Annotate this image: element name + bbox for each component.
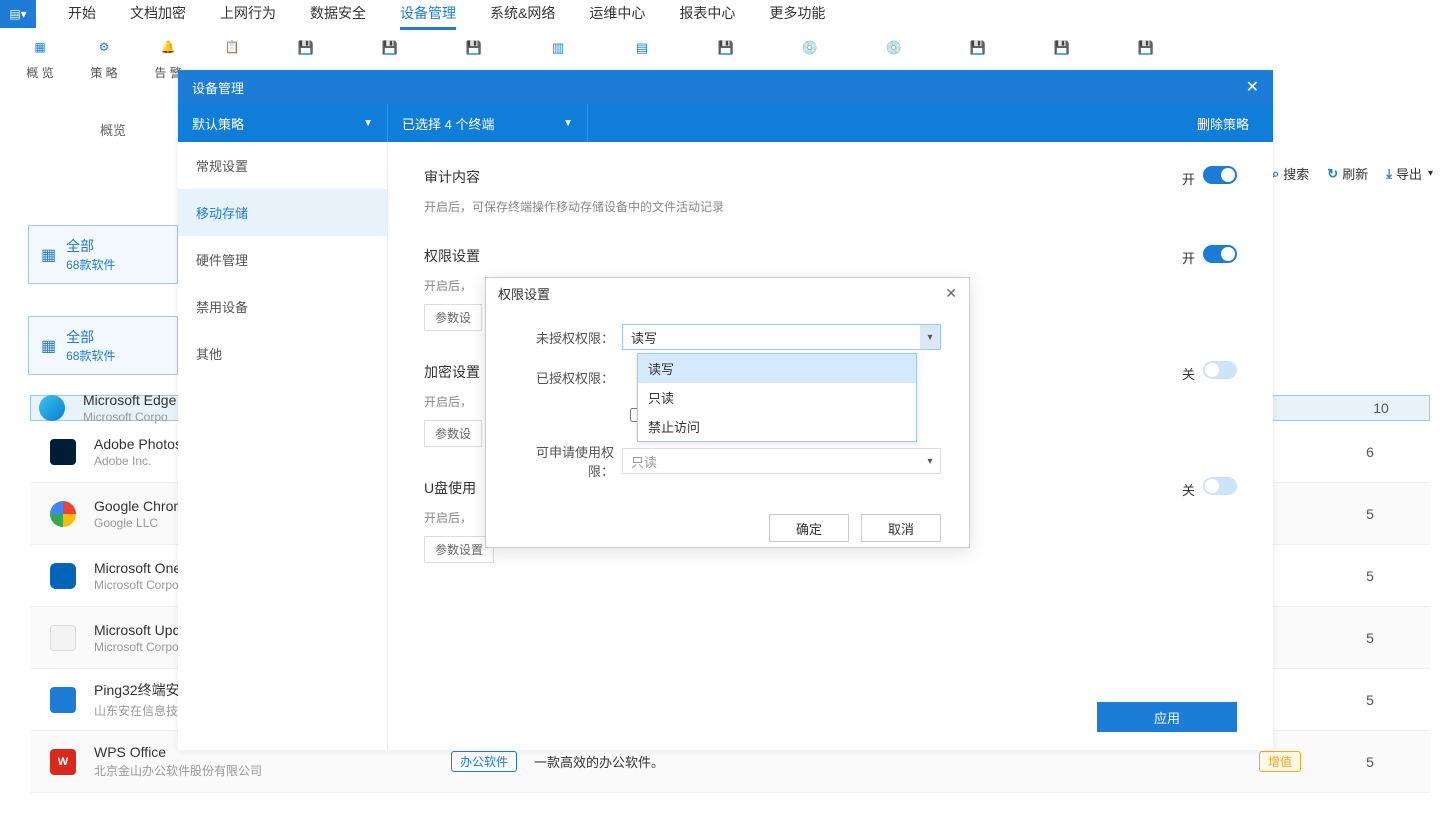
bell-icon: 🔔	[155, 34, 181, 60]
section-title: U盘使用	[424, 478, 476, 498]
edge-icon	[39, 395, 65, 421]
udisk-toggle[interactable]	[1203, 477, 1237, 495]
cancel-button[interactable]: 取消	[861, 514, 941, 542]
chevron-down-icon: ▾	[1428, 168, 1433, 179]
app-logo[interactable]: ▤▾	[0, 0, 36, 28]
main-menu: 开始 文档加密 上网行为 数据安全 设备管理 系统&网络 运维中心 报表中心 更…	[36, 0, 825, 30]
menu-encrypt[interactable]: 文档加密	[130, 0, 186, 30]
ribbon-label: 概 览	[26, 64, 53, 81]
dropdown-option[interactable]: 只读	[638, 383, 916, 412]
update-icon	[50, 625, 76, 651]
value-badge: 增值	[1259, 751, 1301, 772]
wps-icon: W	[50, 749, 76, 775]
photoshop-icon	[50, 439, 76, 465]
memory-icon[interactable]: ▤	[628, 34, 656, 62]
search-icon: ⌕	[1272, 166, 1279, 182]
card-title: 全部	[66, 236, 115, 256]
usb-shield-icon[interactable]: 💾	[460, 34, 488, 62]
sidebar-item-storage[interactable]: 移动存储	[178, 189, 387, 236]
section-label: 概览	[100, 120, 126, 139]
cpu-icon[interactable]: ▥	[544, 34, 572, 62]
usb-plain-icon[interactable]: 💾	[964, 34, 992, 62]
dropdown-option[interactable]: 读写	[638, 354, 916, 383]
dropdown-option[interactable]: 禁止访问	[638, 412, 916, 441]
card-title: 全部	[66, 327, 115, 347]
chrome-icon	[50, 501, 76, 527]
filter-cards: ▦ 全部68款软件 ▦ 全部68款软件	[28, 225, 178, 407]
export-icon: ⤓	[1386, 166, 1392, 182]
grid-icon: ▦	[41, 245, 56, 265]
grid-icon: ▦	[27, 34, 53, 60]
ok-button[interactable]: 确定	[769, 514, 849, 542]
ribbon-label: 策 略	[90, 64, 117, 81]
card-sub: 68款软件	[66, 256, 115, 273]
field-label: 未授权权限：	[514, 328, 622, 347]
usb-lock-icon[interactable]: 💾	[376, 34, 404, 62]
encrypt-toggle[interactable]	[1203, 361, 1237, 379]
filter-card-all-2[interactable]: ▦ 全部68款软件	[28, 316, 178, 375]
onedrive-icon	[50, 563, 76, 589]
menu-start[interactable]: 开始	[68, 0, 96, 30]
policy-dropdown[interactable]: 默认策略▼	[178, 104, 388, 142]
close-icon[interactable]: ✕	[945, 285, 957, 302]
audit-toggle[interactable]	[1203, 166, 1237, 184]
close-icon[interactable]: ✕	[1246, 77, 1259, 97]
refresh-icon: ↻	[1327, 166, 1338, 182]
usb-icon[interactable]: 💾	[292, 34, 320, 62]
unauthorized-select[interactable]: 读写▾	[622, 324, 941, 350]
ribbon-clipboard[interactable]: 📋	[212, 34, 252, 60]
toolbar-right: ⌕搜索 ↻刷新 ⤓导出▾	[1272, 164, 1433, 183]
usb-file-icon[interactable]: 💾	[712, 34, 740, 62]
disc-burn-icon[interactable]: 💿	[880, 34, 908, 62]
search-button[interactable]: ⌕搜索	[1272, 164, 1309, 183]
param-button[interactable]: 参数设	[424, 420, 482, 447]
param-button[interactable]: 参数设	[424, 304, 482, 331]
dialog-title: 权限设置	[498, 284, 550, 303]
chevron-down-icon: ▾	[920, 325, 940, 349]
grid-icon: ▦	[41, 336, 56, 356]
menu-internet[interactable]: 上网行为	[220, 0, 276, 30]
delete-policy-button[interactable]: 删除策略	[1173, 114, 1273, 133]
clipboard-icon: 📋	[219, 34, 245, 60]
perm-toggle[interactable]	[1203, 245, 1237, 263]
sidebar-item-other[interactable]: 其他	[178, 330, 387, 377]
menu-ops[interactable]: 运维中心	[589, 0, 645, 30]
sidebar-item-hardware[interactable]: 硬件管理	[178, 236, 387, 283]
card-sub: 68款软件	[66, 347, 115, 364]
param-button[interactable]: 参数设置	[424, 536, 494, 563]
ping32-icon	[50, 687, 76, 713]
refresh-button[interactable]: ↻刷新	[1327, 164, 1368, 183]
chevron-down-icon: ▼	[563, 118, 573, 129]
requestable-select[interactable]: 只读▾	[622, 448, 941, 474]
section-desc: 开启后，可保存终端操作移动存储设备中的文件活动记录	[424, 198, 1237, 215]
chevron-down-icon: ▾	[920, 449, 940, 473]
sidebar-item-disable[interactable]: 禁用设备	[178, 283, 387, 330]
menu-datasec[interactable]: 数据安全	[310, 0, 366, 30]
section-title: 权限设置	[424, 246, 480, 266]
section-title: 审计内容	[424, 167, 480, 187]
filter-card-all-1[interactable]: ▦ 全部68款软件	[28, 225, 178, 284]
menu-system[interactable]: 系统&网络	[490, 0, 555, 30]
menu-more[interactable]: 更多功能	[769, 0, 825, 30]
field-label: 可申请使用权限：	[514, 442, 622, 480]
panel-sidebar: 常规设置 移动存储 硬件管理 禁用设备 其他	[178, 142, 388, 750]
sidebar-item-general[interactable]: 常规设置	[178, 142, 387, 189]
menu-report[interactable]: 报表中心	[679, 0, 735, 30]
ribbon-policy[interactable]: ⚙ 策 略	[84, 34, 124, 81]
usb-check-icon[interactable]: 💾	[1048, 34, 1076, 62]
dropdown-list: 读写 只读 禁止访问	[637, 353, 917, 442]
usb-key-icon[interactable]: 💾	[1132, 34, 1160, 62]
selection-dropdown[interactable]: 已选择 4 个终端▼	[388, 104, 588, 142]
sliders-icon: ⚙	[91, 34, 117, 60]
export-button[interactable]: ⤓导出▾	[1386, 164, 1433, 183]
field-label: 已授权权限：	[514, 368, 622, 387]
category-tag: 办公软件	[451, 751, 517, 772]
section-title: 加密设置	[424, 362, 480, 382]
disc-icon[interactable]: 💿	[796, 34, 824, 62]
chevron-down-icon: ▼	[363, 118, 373, 129]
apply-button[interactable]: 应用	[1097, 702, 1237, 732]
menu-device[interactable]: 设备管理	[400, 0, 456, 30]
ribbon-overview[interactable]: ▦ 概 览	[20, 34, 60, 81]
panel-title: 设备管理	[192, 78, 244, 97]
